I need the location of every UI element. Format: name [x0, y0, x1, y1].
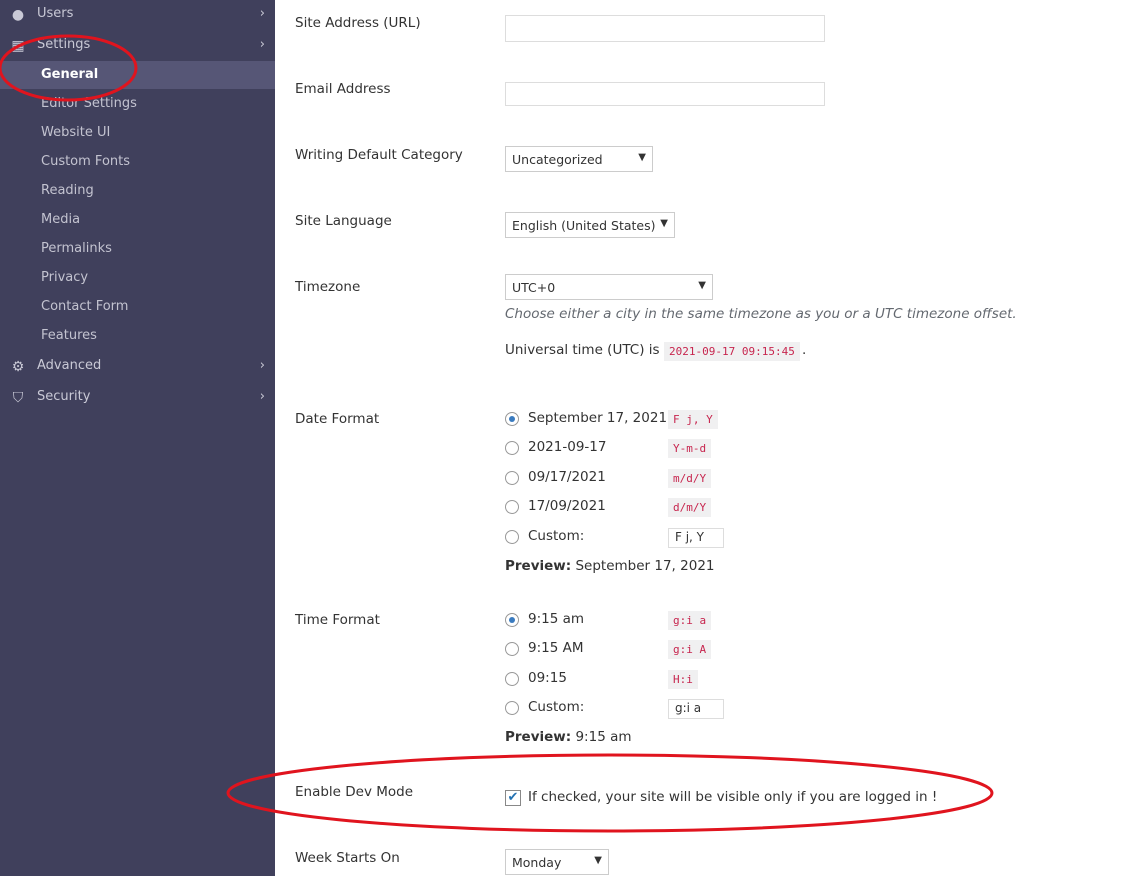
language-select[interactable]: English (United States) ▼ — [505, 212, 675, 238]
date-format-radio[interactable] — [505, 500, 519, 514]
date-format-label: Date Format — [295, 411, 380, 427]
time-format-custom-radio[interactable] — [505, 701, 519, 715]
user-icon: ● — [11, 7, 25, 23]
date-format-custom-input[interactable]: F j, Y — [668, 528, 724, 548]
week-start-label: Week Starts On — [295, 850, 400, 866]
chevron-right-icon: › — [259, 358, 265, 373]
chevron-down-icon: ▼ — [638, 152, 646, 163]
timezone-label: Timezone — [295, 279, 361, 295]
email-input[interactable] — [505, 82, 825, 106]
sidebar: ● Users › ▦ Settings › General Editor Settin… — [0, 0, 275, 876]
category-select[interactable]: Uncategorized ▼ — [505, 146, 653, 172]
timezone-hint: Choose either a city in the same timezon… — [505, 306, 1017, 322]
sidebar-item-privacy[interactable]: Privacy — [0, 264, 275, 292]
time-preview: Preview: 9:15 am — [505, 729, 632, 745]
sidebar-item-media[interactable]: Media — [0, 206, 275, 234]
language-label: Site Language — [295, 213, 392, 229]
sidebar-item-features[interactable]: Features — [0, 322, 275, 350]
dev-mode-checkbox[interactable]: ✔ — [505, 790, 521, 806]
sidebar-item-advanced[interactable]: ⚙ Advanced › — [0, 352, 275, 382]
chevron-down-icon: ▼ — [698, 280, 706, 291]
site-address-label: Site Address (URL) — [295, 15, 421, 31]
utc-label: Universal time (UTC) is — [505, 342, 660, 358]
date-format-radio[interactable] — [505, 441, 519, 455]
chevron-right-icon: › — [259, 389, 265, 404]
timezone-select[interactable]: UTC+0 ▼ — [505, 274, 713, 300]
date-preview: Preview: September 17, 2021 — [505, 558, 715, 574]
sidebar-item-reading[interactable]: Reading — [0, 177, 275, 205]
time-format-label: Time Format — [295, 612, 380, 628]
sidebar-item-general[interactable]: General — [0, 61, 275, 89]
date-format-radio[interactable] — [505, 471, 519, 485]
checkmark-icon: ✔ — [507, 790, 519, 805]
date-format-radio[interactable] — [505, 412, 519, 426]
chevron-down-icon: ▼ — [660, 218, 668, 229]
time-format-custom-input[interactable]: g:i a — [668, 699, 724, 719]
time-format-radio[interactable] — [505, 613, 519, 627]
chevron-right-icon: › — [259, 6, 265, 21]
week-start-select[interactable]: Monday ▼ — [505, 849, 609, 875]
settings-form: Site Address (URL) Email Address Writing… — [275, 0, 1131, 876]
category-label: Writing Default Category — [295, 147, 463, 163]
date-format-custom-radio[interactable] — [505, 530, 519, 544]
chevron-down-icon: ▼ — [594, 855, 602, 866]
chevron-right-icon: › — [259, 37, 265, 52]
sidebar-item-contact-form[interactable]: Contact Form — [0, 293, 275, 321]
sidebar-item-security[interactable]: ⛉ Security › — [0, 383, 275, 413]
sidebar-item-settings[interactable]: ▦ Settings › — [0, 31, 275, 61]
dev-mode-text: If checked, your site will be visible on… — [528, 789, 938, 805]
settings-icon: ▦ — [11, 38, 25, 54]
dev-mode-label: Enable Dev Mode — [295, 784, 414, 800]
time-format-radio[interactable] — [505, 672, 519, 686]
site-address-input[interactable] — [505, 15, 825, 42]
sidebar-item-custom-fonts[interactable]: Custom Fonts — [0, 148, 275, 176]
sidebar-item-editor-settings[interactable]: Editor Settings — [0, 90, 275, 118]
email-label: Email Address — [295, 81, 391, 97]
sidebar-item-website-ui[interactable]: Website UI — [0, 119, 275, 147]
sidebar-item-permalinks[interactable]: Permalinks — [0, 235, 275, 263]
sidebar-item-users[interactable]: ● Users › — [0, 0, 275, 30]
time-format-radio[interactable] — [505, 642, 519, 656]
utc-value: 2021-09-17 09:15:45 — [664, 342, 800, 361]
shield-icon: ⛉ — [12, 390, 24, 406]
gear-icon: ⚙ — [11, 359, 25, 375]
